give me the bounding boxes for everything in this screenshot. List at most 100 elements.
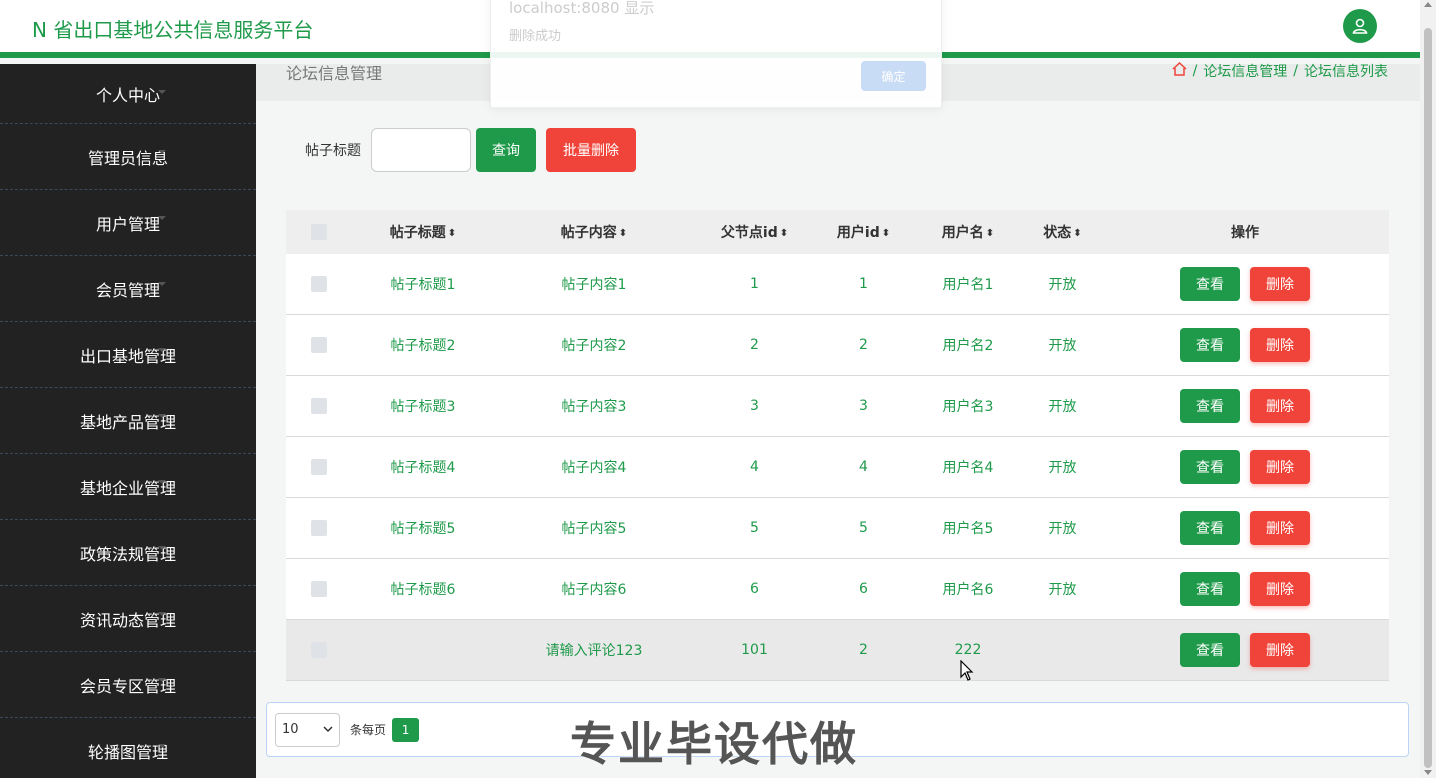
sidebar-item-label: 出口基地管理 — [79, 346, 176, 366]
sort-icon[interactable]: ⬍ — [986, 228, 994, 239]
breadcrumb-forum-manage[interactable]: 论坛信息管理 — [1203, 61, 1287, 81]
view-button[interactable]: 查看 — [1180, 572, 1240, 606]
sidebar-item[interactable]: 会员管理 — [0, 256, 256, 322]
row-actions: 查看 删除 — [1101, 511, 1389, 545]
alert-dialog: localhost:8080 显示 删除成功 确定 — [490, 0, 942, 108]
cell-title: 帖子标题4 — [390, 460, 456, 476]
caret-down-icon — [158, 546, 166, 550]
cell-status: 开放 — [1048, 399, 1077, 415]
sidebar-item-label: 用户管理 — [95, 214, 160, 234]
sidebar-item-label: 基地企业管理 — [79, 478, 176, 498]
cell-title: 帖子标题6 — [390, 582, 456, 598]
sidebar-item[interactable]: 个人中心 — [0, 64, 256, 124]
col-user-id-header[interactable]: 用户id ⬍ — [815, 222, 912, 242]
sidebar-item[interactable]: 会员专区管理 — [0, 652, 256, 718]
row-actions: 查看 删除 — [1101, 633, 1389, 667]
row-checkbox[interactable] — [311, 337, 327, 353]
table-row: 帖子标题4 帖子内容4 4 4 用户名4 开放 查看 删除 — [286, 437, 1389, 498]
user-avatar-icon[interactable] — [1343, 9, 1377, 43]
delete-button[interactable]: 删除 — [1250, 450, 1310, 484]
page-1-button[interactable]: 1 — [392, 717, 420, 742]
cell-pid: 101 — [741, 642, 768, 658]
cell-status: 开放 — [1048, 460, 1077, 476]
sidebar-item-label: 轮播图管理 — [87, 742, 168, 762]
sidebar-item[interactable]: 政策法规管理 — [0, 520, 256, 586]
row-checkbox[interactable] — [311, 520, 327, 536]
sidebar-item[interactable]: 资讯动态管理 — [0, 586, 256, 652]
cell-content: 帖子内容1 — [561, 277, 627, 293]
view-button[interactable]: 查看 — [1180, 389, 1240, 423]
sidebar-item[interactable]: 基地产品管理 — [0, 388, 256, 454]
forum-table: 帖子标题 ⬍ 帖子内容 ⬍ 父节点id ⬍ 用户id ⬍ 用户名 ⬍ 状态 ⬍ 操作 帖子标… — [286, 210, 1389, 681]
sidebar-item-label: 会员专区管理 — [79, 676, 176, 696]
sidebar-item-label: 资讯动态管理 — [79, 610, 176, 630]
vertical-scrollbar[interactable] — [1420, 0, 1436, 778]
cell-pid: 4 — [750, 459, 759, 475]
scroll-thumb[interactable] — [1424, 28, 1432, 768]
row-checkbox[interactable] — [311, 581, 327, 597]
cell-status: 开放 — [1048, 277, 1077, 293]
scroll-down-icon[interactable] — [1424, 770, 1432, 775]
post-title-search-input[interactable] — [371, 128, 471, 172]
row-actions: 查看 删除 — [1101, 572, 1389, 606]
breadcrumb-separator: / — [1192, 63, 1198, 79]
cell-uname: 用户名4 — [942, 460, 994, 476]
table-row: 帖子标题1 帖子内容1 1 1 用户名1 开放 查看 删除 — [286, 254, 1389, 315]
home-icon[interactable] — [1172, 61, 1187, 80]
sort-icon[interactable]: ⬍ — [780, 228, 788, 239]
col-username-header[interactable]: 用户名 ⬍ — [912, 222, 1024, 242]
sidebar-item[interactable]: 出口基地管理 — [0, 322, 256, 388]
row-checkbox[interactable] — [311, 642, 327, 658]
cell-uname: 用户名5 — [942, 521, 994, 537]
sort-icon[interactable]: ⬍ — [448, 228, 456, 239]
cell-uid: 2 — [859, 642, 868, 658]
col-status-header[interactable]: 状态 ⬍ — [1024, 222, 1101, 242]
page-size-select[interactable]: 10 — [275, 712, 340, 747]
sidebar-item-label: 个人中心 — [95, 85, 160, 105]
sidebar-item-label: 政策法规管理 — [79, 544, 176, 564]
cell-uid: 6 — [859, 581, 868, 597]
dialog-ok-button[interactable]: 确定 — [861, 61, 926, 91]
sidebar-item-label: 基地产品管理 — [79, 412, 176, 432]
cell-pid: 5 — [750, 520, 759, 536]
caret-down-icon — [158, 150, 166, 154]
view-button[interactable]: 查看 — [1180, 633, 1240, 667]
delete-button[interactable]: 删除 — [1250, 572, 1310, 606]
view-button[interactable]: 查看 — [1180, 267, 1240, 301]
row-checkbox[interactable] — [311, 459, 327, 475]
delete-button[interactable]: 删除 — [1250, 328, 1310, 362]
sidebar-item[interactable]: 轮播图管理 — [0, 718, 256, 778]
select-all-checkbox[interactable] — [311, 224, 327, 240]
delete-button[interactable]: 删除 — [1250, 389, 1310, 423]
row-checkbox[interactable] — [311, 276, 327, 292]
sidebar-item[interactable]: 用户管理 — [0, 190, 256, 256]
batch-delete-button[interactable]: 批量删除 — [546, 128, 636, 172]
col-title-header[interactable]: 帖子标题 ⬍ — [352, 222, 494, 242]
row-actions: 查看 删除 — [1101, 450, 1389, 484]
sort-icon[interactable]: ⬍ — [1073, 228, 1081, 239]
delete-button[interactable]: 删除 — [1250, 633, 1310, 667]
scroll-up-icon[interactable] — [1424, 2, 1432, 7]
breadcrumb-forum-list[interactable]: 论坛信息列表 — [1304, 61, 1388, 81]
cell-uname: 用户名1 — [942, 277, 994, 293]
app-title: N 省出口基地公共信息服务平台 — [32, 18, 314, 42]
view-button[interactable]: 查看 — [1180, 511, 1240, 545]
sidebar-item[interactable]: 基地企业管理 — [0, 454, 256, 520]
sort-icon[interactable]: ⬍ — [619, 228, 627, 239]
cell-status: 开放 — [1048, 521, 1077, 537]
col-content-header[interactable]: 帖子内容 ⬍ — [494, 222, 694, 242]
row-checkbox[interactable] — [311, 398, 327, 414]
col-parent-id-header[interactable]: 父节点id ⬍ — [694, 222, 815, 242]
query-button[interactable]: 查询 — [476, 128, 536, 172]
table-header: 帖子标题 ⬍ 帖子内容 ⬍ 父节点id ⬍ 用户id ⬍ 用户名 ⬍ 状态 ⬍ 操作 — [286, 210, 1389, 254]
cell-uname: 用户名3 — [942, 399, 994, 415]
cell-content: 帖子内容6 — [561, 582, 627, 598]
sort-icon[interactable]: ⬍ — [882, 228, 890, 239]
delete-button[interactable]: 删除 — [1250, 267, 1310, 301]
per-page-label: 条每页 — [350, 723, 387, 737]
watermark: 专业毕设代做 — [570, 717, 858, 771]
view-button[interactable]: 查看 — [1180, 450, 1240, 484]
delete-button[interactable]: 删除 — [1250, 511, 1310, 545]
view-button[interactable]: 查看 — [1180, 328, 1240, 362]
sidebar-item[interactable]: 管理员信息 — [0, 124, 256, 190]
